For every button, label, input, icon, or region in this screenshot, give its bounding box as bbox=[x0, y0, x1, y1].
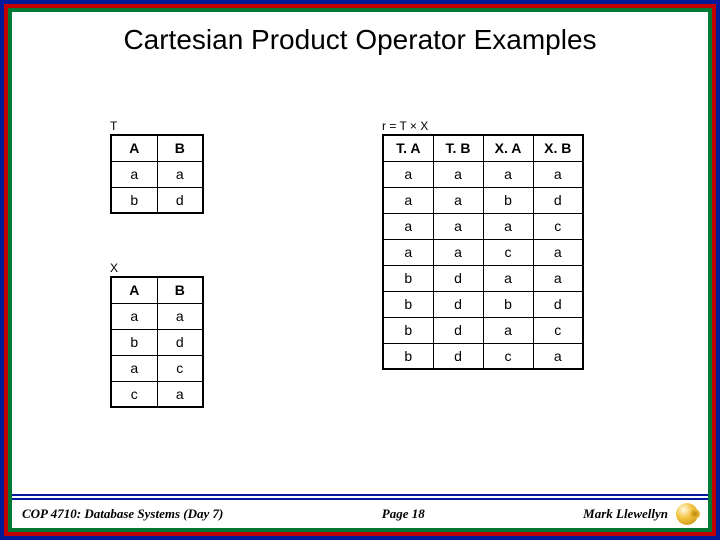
slide-title: Cartesian Product Operator Examples bbox=[12, 12, 708, 62]
footer-course: COP 4710: Database Systems (Day 7) bbox=[22, 506, 223, 522]
table-row: a a bbox=[111, 161, 203, 187]
slide-border-red: Cartesian Product Operator Examples T A … bbox=[4, 4, 716, 536]
col-header: T. A bbox=[383, 135, 433, 161]
col-header: B bbox=[157, 135, 203, 161]
slide-content: T A B a a b d bbox=[12, 62, 708, 494]
table-X-label: X bbox=[110, 262, 204, 274]
table-row: bdac bbox=[383, 317, 583, 343]
table-row: ac bbox=[111, 355, 203, 381]
table-R-label: r = T × X bbox=[382, 120, 584, 132]
footer-author: Mark Llewellyn bbox=[583, 506, 668, 522]
table-row: aabd bbox=[383, 187, 583, 213]
table-row: bdbd bbox=[383, 291, 583, 317]
footer-right: Mark Llewellyn bbox=[583, 503, 698, 525]
col-header: A bbox=[111, 135, 157, 161]
table-header-row: A B bbox=[111, 277, 203, 303]
table-R-wrap: r = T × X T. A T. B X. A X. B aaaa aabd … bbox=[382, 120, 584, 370]
table-row: aa bbox=[111, 303, 203, 329]
col-header: B bbox=[157, 277, 203, 303]
table-row: bdaa bbox=[383, 265, 583, 291]
col-header: X. B bbox=[533, 135, 583, 161]
table-row: aaaa bbox=[383, 161, 583, 187]
table-row: bdca bbox=[383, 343, 583, 369]
slide-border-green: Cartesian Product Operator Examples T A … bbox=[8, 8, 712, 532]
table-row: ca bbox=[111, 381, 203, 407]
table-T-wrap: T A B a a b d bbox=[110, 120, 204, 214]
table-row: aaca bbox=[383, 239, 583, 265]
table-header-row: A B bbox=[111, 135, 203, 161]
table-T-label: T bbox=[110, 120, 204, 132]
ucf-logo-icon bbox=[676, 503, 698, 525]
slide: Cartesian Product Operator Examples T A … bbox=[0, 0, 720, 540]
table-R: T. A T. B X. A X. B aaaa aabd aaac aaca … bbox=[382, 134, 584, 370]
table-T: A B a a b d bbox=[110, 134, 204, 214]
footer-page: Page 18 bbox=[382, 506, 425, 522]
slide-footer: COP 4710: Database Systems (Day 7) Page … bbox=[12, 494, 708, 528]
table-X: A B aa bd ac ca bbox=[110, 276, 204, 408]
table-X-wrap: X A B aa bd ac ca bbox=[110, 262, 204, 408]
table-row: b d bbox=[111, 187, 203, 213]
col-header: X. A bbox=[483, 135, 533, 161]
col-header: T. B bbox=[433, 135, 483, 161]
table-row: bd bbox=[111, 329, 203, 355]
table-header-row: T. A T. B X. A X. B bbox=[383, 135, 583, 161]
col-header: A bbox=[111, 277, 157, 303]
table-row: aaac bbox=[383, 213, 583, 239]
